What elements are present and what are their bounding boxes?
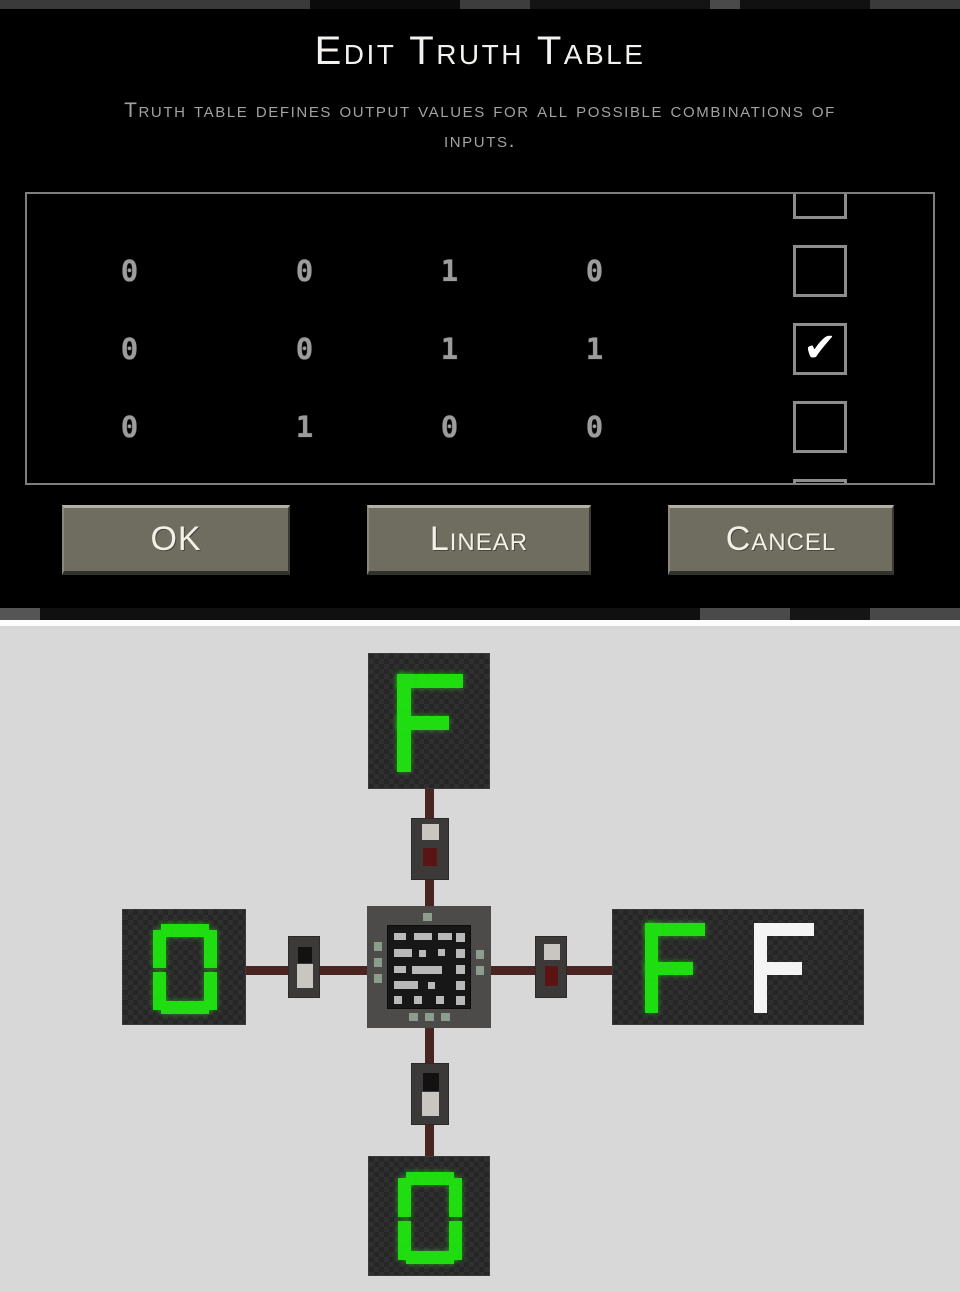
table-row[interactable] <box>27 194 933 232</box>
switch-left[interactable] <box>288 936 320 998</box>
segment-glyph-F-white <box>754 923 814 1013</box>
status-segment <box>310 0 460 9</box>
segment-glyph-0 <box>153 924 217 1014</box>
splitter-segment <box>40 608 700 620</box>
chip-pad <box>394 981 418 989</box>
chip-pad <box>456 965 465 974</box>
right-display[interactable] <box>612 909 864 1025</box>
switch-slot <box>298 947 312 963</box>
truth-table-panel[interactable]: 0 0 1 0 0 0 1 1 ✔ 0 1 0 0 <box>25 192 935 485</box>
table-row[interactable] <box>27 466 933 483</box>
app-root: Edit Truth Table Truth table defines out… <box>0 0 960 1292</box>
table-row[interactable]: 0 0 1 0 <box>27 232 933 310</box>
cell-in0: 0 <box>120 410 139 444</box>
circuit-canvas[interactable] <box>0 626 960 1292</box>
system-status-bar <box>0 0 960 9</box>
chip-pin <box>423 913 432 921</box>
left-display[interactable] <box>122 909 246 1025</box>
switch-knob <box>422 824 439 840</box>
chip-pin <box>409 1013 418 1021</box>
cell-in2: 0 <box>440 410 459 444</box>
chip-pin <box>374 958 382 967</box>
switch-knob <box>544 944 560 960</box>
switch-knob <box>297 964 313 988</box>
edit-truth-table-dialog: Edit Truth Table Truth table defines out… <box>0 13 960 608</box>
segment-glyph-0 <box>398 1172 462 1264</box>
switch-slot <box>423 1073 439 1091</box>
cell-in0: 0 <box>120 254 139 288</box>
cell-in1: 0 <box>295 332 314 366</box>
output-checkbox[interactable] <box>793 479 847 483</box>
window-splitter <box>0 608 960 620</box>
switch-knob <box>422 1092 439 1116</box>
chip-pad <box>456 996 465 1005</box>
logic-chip[interactable] <box>367 906 491 1028</box>
chip-pad <box>412 966 442 974</box>
switch-led <box>423 848 437 866</box>
segment-glyph-F <box>397 674 463 772</box>
table-row[interactable]: 0 0 1 1 ✔ <box>27 310 933 388</box>
status-segment <box>460 0 530 9</box>
splitter-segment <box>790 608 870 620</box>
bottom-display[interactable] <box>368 1156 490 1276</box>
output-checkbox[interactable]: ✔ <box>793 323 847 375</box>
chip-pad <box>394 949 412 957</box>
switch-top[interactable] <box>411 818 449 880</box>
chip-pad <box>438 949 445 956</box>
chip-pin <box>441 1013 450 1021</box>
switch-right[interactable] <box>535 936 567 998</box>
check-icon: ✔ <box>803 325 837 372</box>
status-segment <box>0 0 310 9</box>
chip-pad <box>394 933 406 940</box>
dialog-subtitle: Truth table defines output values for al… <box>124 99 836 152</box>
dialog-title: Edit Truth Table <box>314 29 646 73</box>
cell-in2: 1 <box>440 332 459 366</box>
chip-pin <box>476 950 484 959</box>
table-row[interactable]: 0 1 0 0 <box>27 388 933 466</box>
splitter-segment <box>700 608 790 620</box>
chip-pad <box>394 996 402 1004</box>
status-segment <box>870 0 960 9</box>
chip-pad <box>419 950 426 957</box>
chip-pad <box>456 981 465 990</box>
linear-button[interactable]: Linear <box>367 505 591 575</box>
truth-table-scroll[interactable]: 0 0 1 0 0 0 1 1 ✔ 0 1 0 0 <box>27 194 933 483</box>
ok-button[interactable]: OK <box>62 505 290 575</box>
output-checkbox[interactable] <box>793 401 847 453</box>
cell-in0: 0 <box>120 332 139 366</box>
splitter-segment <box>870 608 960 620</box>
cell-in2: 1 <box>440 254 459 288</box>
chip-pad <box>436 996 444 1004</box>
cell-in3: 1 <box>585 332 604 366</box>
chip-pad <box>428 982 435 989</box>
chip-pin <box>374 974 382 983</box>
cell-in1: 1 <box>295 410 314 444</box>
cell-in3: 0 <box>585 254 604 288</box>
status-segment <box>740 0 870 9</box>
chip-pad <box>456 949 465 958</box>
chip-pad <box>414 933 432 940</box>
cancel-button[interactable]: Cancel <box>668 505 894 575</box>
cell-in1: 0 <box>295 254 314 288</box>
chip-pin <box>476 966 484 975</box>
dialog-button-row: OK Linear Cancel <box>0 505 960 581</box>
status-segment <box>710 0 740 9</box>
chip-pad <box>438 933 452 940</box>
status-segment <box>530 0 710 9</box>
segment-glyph-F-green <box>645 923 705 1013</box>
chip-body <box>387 925 471 1009</box>
output-checkbox[interactable] <box>793 245 847 297</box>
cell-in3: 0 <box>585 410 604 444</box>
switch-led <box>545 966 558 986</box>
chip-pad <box>394 966 406 973</box>
chip-pad <box>414 996 422 1004</box>
switch-bottom[interactable] <box>411 1063 449 1125</box>
chip-pad <box>456 933 465 942</box>
chip-pin <box>425 1013 434 1021</box>
top-display[interactable] <box>368 653 490 789</box>
chip-pin <box>374 942 382 951</box>
output-checkbox[interactable] <box>793 194 847 219</box>
splitter-segment <box>0 608 40 620</box>
